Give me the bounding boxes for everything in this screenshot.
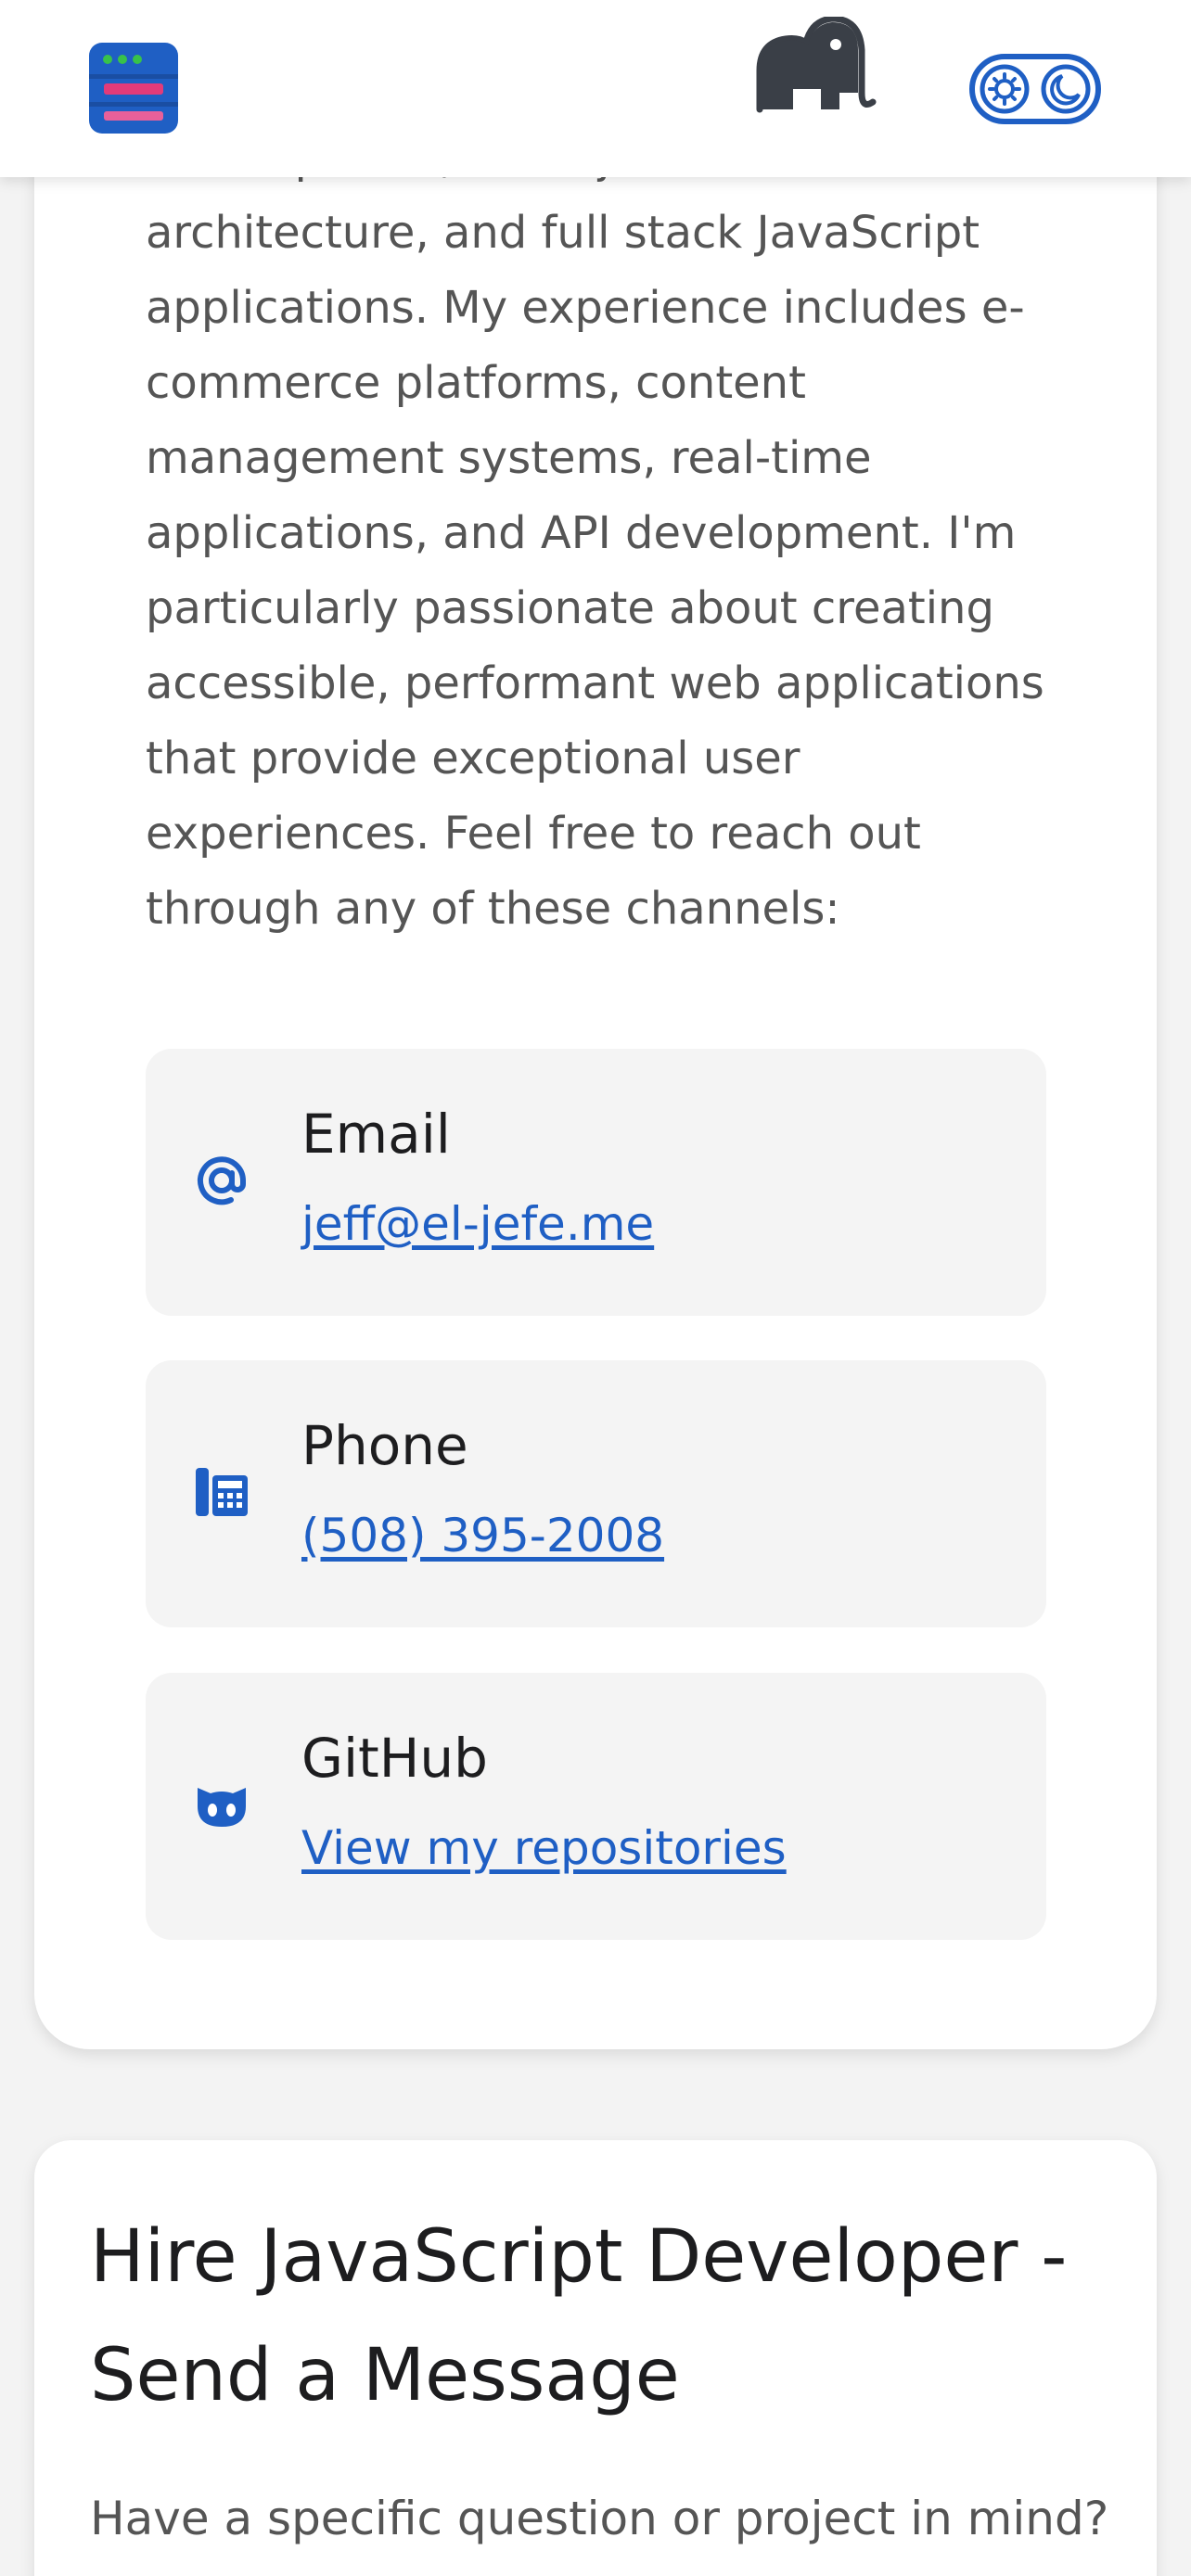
phone-icon xyxy=(192,1462,251,1522)
contact-card: development, Node.js backend architectur… xyxy=(34,0,1157,2049)
contact-item-email: Email jeff@el-jefe.me xyxy=(146,1049,1046,1316)
hire-description: Have a specific question or project in m… xyxy=(90,2492,1109,2576)
elephant-icon xyxy=(756,15,878,117)
phone-label: Phone xyxy=(301,1414,468,1477)
contact-item-phone: Phone (508) 395-2008 xyxy=(146,1360,1046,1627)
email-label: Email xyxy=(301,1103,451,1166)
hire-card: Hire JavaScript Developer - Send a Messa… xyxy=(34,2140,1157,2576)
github-label: GitHub xyxy=(301,1727,488,1790)
github-icon xyxy=(192,1775,251,1834)
top-header xyxy=(0,0,1191,177)
contact-intro-text: development, Node.js backend architectur… xyxy=(146,132,1044,935)
at-sign-icon xyxy=(192,1151,251,1210)
contact-item-github: GitHub View my repositories xyxy=(146,1673,1046,1940)
hire-title: Hire JavaScript Developer - Send a Messa… xyxy=(90,2215,1068,2417)
github-link[interactable]: View my repositories xyxy=(301,1821,787,1875)
stacked-server-logo-icon[interactable] xyxy=(87,43,180,134)
sun-moon-toggle-icon[interactable] xyxy=(969,54,1101,124)
page: development, Node.js backend architectur… xyxy=(0,0,1191,2576)
email-link[interactable]: jeff@el-jefe.me xyxy=(301,1197,654,1251)
phone-link[interactable]: (508) 395-2008 xyxy=(301,1509,664,1562)
